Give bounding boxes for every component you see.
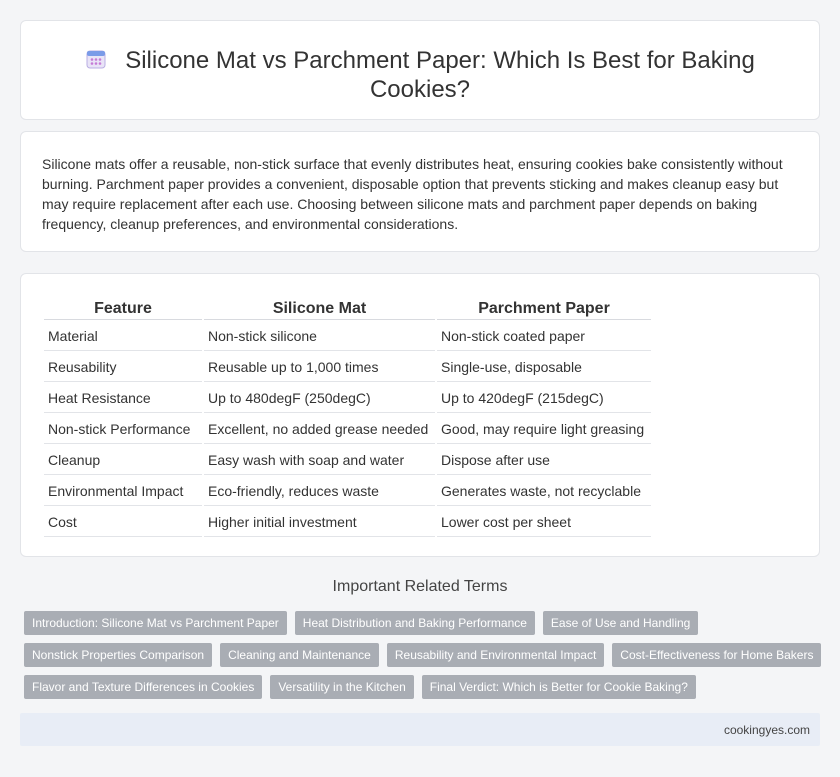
table-row: Material Non-stick silicone Non-stick co… (44, 322, 651, 351)
tag-link[interactable]: Nonstick Properties Comparison (24, 643, 213, 667)
feature-cell: Non-stick Performance (44, 415, 202, 444)
header-silicone-mat: Silicone Mat (204, 298, 435, 320)
silicone-cell: Reusable up to 1,000 times (204, 353, 435, 382)
parchment-cell: Lower cost per sheet (437, 508, 651, 537)
silicone-cell: Eco-friendly, reduces waste (204, 477, 435, 506)
silicone-cell: Higher initial investment (204, 508, 435, 537)
feature-cell: Reusability (44, 353, 202, 382)
tag-row: Introduction: Silicone Mat vs Parchment … (24, 611, 824, 635)
tag-row: Nonstick Properties Comparison Cleaning … (24, 643, 824, 667)
feature-cell: Cleanup (44, 446, 202, 475)
parchment-cell: Good, may require light greasing (437, 415, 651, 444)
tag-link[interactable]: Reusability and Environmental Impact (386, 643, 605, 667)
intro-paragraph: Silicone mats offer a reusable, non-stic… (42, 156, 783, 232)
tag-link[interactable]: Cost-Effectiveness for Home Bakers (612, 643, 822, 667)
feature-cell: Heat Resistance (44, 384, 202, 413)
feature-cell: Environmental Impact (44, 477, 202, 506)
tag-link[interactable]: Ease of Use and Handling (542, 611, 699, 635)
table-row: Cost Higher initial investment Lower cos… (44, 508, 651, 537)
parchment-cell: Up to 420degF (215degC) (437, 384, 651, 413)
table-row: Environmental Impact Eco-friendly, reduc… (44, 477, 651, 506)
tag-link[interactable]: Flavor and Texture Differences in Cookie… (24, 675, 263, 699)
tag-link[interactable]: Heat Distribution and Baking Performance (294, 611, 535, 635)
header-feature: Feature (44, 298, 202, 320)
comparison-card: Feature Silicone Mat Parchment Paper Mat… (20, 273, 820, 557)
silicone-cell: Up to 480degF (250degC) (204, 384, 435, 413)
footer-bar: cookingyes.com (20, 713, 820, 746)
related-terms-heading: Important Related Terms (332, 578, 508, 595)
feature-cell: Material (44, 322, 202, 351)
table-row: Non-stick Performance Excellent, no adde… (44, 415, 651, 444)
tag-link[interactable]: Cleaning and Maintenance (220, 643, 379, 667)
intro-card: Silicone mats offer a reusable, non-stic… (20, 131, 820, 252)
table-header-row: Feature Silicone Mat Parchment Paper (44, 298, 651, 320)
page-title-wrap: Silicone Mat vs Parchment Paper: Which I… (21, 46, 819, 104)
silicone-cell: Non-stick silicone (204, 322, 435, 351)
header-card: Silicone Mat vs Parchment Paper: Which I… (20, 20, 820, 120)
silicone-cell: Easy wash with soap and water (204, 446, 435, 475)
page-title: Silicone Mat vs Parchment Paper: Which I… (125, 47, 755, 103)
comparison-table: Feature Silicone Mat Parchment Paper Mat… (42, 296, 653, 539)
tag-row: Flavor and Texture Differences in Cookie… (24, 675, 824, 699)
parchment-cell: Dispose after use (437, 446, 651, 475)
silicone-cell: Excellent, no added grease needed (204, 415, 435, 444)
tag-link[interactable]: Final Verdict: Which is Better for Cooki… (421, 675, 696, 699)
tag-link[interactable]: Introduction: Silicone Mat vs Parchment … (24, 611, 287, 635)
parchment-cell: Single-use, disposable (437, 353, 651, 382)
related-tags: Introduction: Silicone Mat vs Parchment … (24, 611, 824, 707)
table-row: Reusability Reusable up to 1,000 times S… (44, 353, 651, 382)
header-parchment-paper: Parchment Paper (437, 298, 651, 320)
table-row: Heat Resistance Up to 480degF (250degC) … (44, 384, 651, 413)
tag-link[interactable]: Versatility in the Kitchen (270, 675, 414, 699)
parchment-cell: Generates waste, not recyclable (437, 477, 651, 506)
calendar-icon (85, 48, 107, 70)
parchment-cell: Non-stick coated paper (437, 322, 651, 351)
footer-site-link[interactable]: cookingyes.com (724, 723, 810, 737)
table-row: Cleanup Easy wash with soap and water Di… (44, 446, 651, 475)
feature-cell: Cost (44, 508, 202, 537)
